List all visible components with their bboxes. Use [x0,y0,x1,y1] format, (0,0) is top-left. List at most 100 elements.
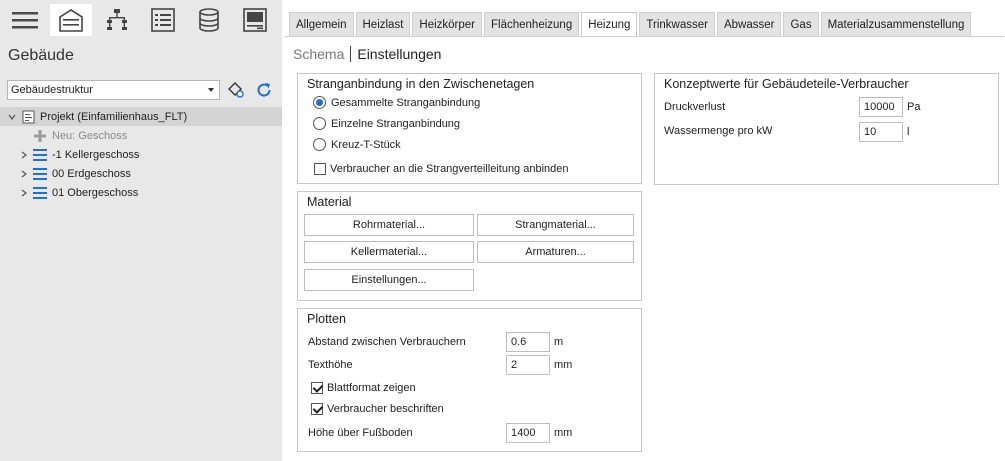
structure-select[interactable]: Gebäudestruktur [7,80,220,100]
texthoehe-input[interactable]: 2 [506,355,550,375]
structure-select-value: Gebäudestruktur [11,84,93,96]
hoehe-label: Höhe über Fußboden [308,427,413,439]
chevron-right-icon[interactable] [20,170,28,178]
group-title: Konzeptwerte für Gebäudeteile-Verbrauche… [664,77,909,91]
tree-item-label: 00 Erdgeschoss [52,167,131,180]
sheet-icon [243,8,267,32]
floor-icon [33,187,47,199]
database-button[interactable] [188,4,230,36]
checkbox-blattformat[interactable]: Blattformat zeigen [311,382,416,394]
material-group: Material Rohrmaterial... Strangmaterial.… [297,191,642,301]
konzept-group: Konzeptwerte für Gebäudeteile-Verbrauche… [654,73,999,185]
tree-item-upper-floor[interactable]: 01 Obergeschoss [0,183,282,202]
chevron-right-icon[interactable] [20,151,28,159]
checkbox-label: Verbraucher beschriften [327,403,444,415]
building-panel: Gebäude Gebäudestruktur Projekt (Einfami… [0,0,282,461]
list-button[interactable] [142,4,184,36]
database-icon [199,8,219,32]
group-title: Material [307,195,352,209]
network-tree-icon [107,9,127,30]
radio-gesammelt[interactable]: Gesammelte Stranganbindung [313,96,480,109]
subnav-schema[interactable]: Schema [293,46,344,62]
druckverlust-input[interactable]: 10000 [859,97,903,117]
tab-materialzusammenstellung[interactable]: Materialzusammenstellung [820,12,972,37]
wassermenge-unit: l [907,126,910,138]
strangmaterial-button[interactable]: Strangmaterial... [477,214,634,236]
radio-label: Kreuz-T-Stück [331,138,401,151]
subnav-settings[interactable]: Einstellungen [357,46,441,62]
left-toolbar [0,0,282,38]
checkbox-box[interactable] [314,163,326,175]
tab-abwasser[interactable]: Abwasser [716,12,782,37]
list-icon [151,8,175,32]
building-button[interactable] [50,4,92,36]
subnav-separator [350,46,352,62]
tab-divider [284,36,1004,37]
druckverlust-label: Druckverlust [664,101,726,113]
hoehe-unit: mm [554,427,573,439]
tree-item-label: Neu: Geschoss [52,129,128,142]
tree-item-new-floor[interactable]: Neu: Geschoss [0,126,282,145]
tab-heizlast[interactable]: Heizlast [355,12,411,37]
radio-kreuz-t[interactable]: Kreuz-T-Stück [313,138,401,151]
checkbox-strangverteilleitung[interactable]: Verbraucher an die Strangverteilleitung … [314,163,569,175]
abstand-input[interactable]: 0.6 [506,332,550,352]
kellermaterial-button[interactable]: Kellermaterial... [304,241,474,263]
tab-trinkwasser[interactable]: Trinkwasser [639,12,715,37]
tree-item-project[interactable]: Projekt (Einfamilienhaus_FLT) [0,107,282,126]
wassermenge-label: Wassermenge pro kW [664,125,773,137]
subnav: Schema Einstellungen [293,46,441,62]
tree-item-ground-floor[interactable]: 00 Erdgeschoss [0,164,282,183]
group-title: Plotten [307,312,346,326]
einstellungen-button[interactable]: Einstellungen... [304,269,474,291]
radio-circle[interactable] [313,96,326,109]
plus-icon [34,130,46,142]
radio-label: Einzelne Stranganbindung [331,117,461,130]
armaturen-button[interactable]: Armaturen... [477,241,634,263]
building-icon [59,9,83,32]
chevron-right-icon[interactable] [20,189,28,197]
checkbox-box[interactable] [311,403,323,415]
tab-bar: Allgemein Heizlast Heizkörper Flächenhei… [289,12,973,37]
texthoehe-unit: mm [554,359,573,371]
network-button[interactable] [96,4,138,36]
tab-gas[interactable]: Gas [783,12,819,37]
rohrmaterial-button[interactable]: Rohrmaterial... [304,214,474,236]
checkbox-label: Verbraucher an die Strangverteilleitung … [330,163,569,175]
radio-einzeln[interactable]: Einzelne Stranganbindung [313,117,460,130]
floor-icon [33,168,47,180]
checkbox-label: Blattformat zeigen [327,382,416,394]
floor-icon [33,149,47,161]
tab-allgemein[interactable]: Allgemein [289,12,354,37]
menu-icon [12,12,38,29]
menu-button[interactable] [4,4,46,36]
refresh-button[interactable] [255,81,273,99]
panel-title: Gebäude [8,47,74,64]
abstand-label: Abstand zwischen Verbrauchern [308,336,466,348]
group-title: Stranganbindung in den Zwischenetagen [307,77,535,91]
checkbox-beschriften[interactable]: Verbraucher beschriften [311,403,444,415]
radio-circle[interactable] [313,117,326,130]
strang-group: Stranganbindung in den Zwischenetagen Ge… [297,73,642,184]
abstand-unit: m [554,336,564,348]
texthoehe-label: Texthöhe [308,359,353,371]
radio-label: Gesammelte Stranganbindung [331,96,481,109]
settings-diamond-icon [228,82,244,98]
tab-flaechenheizung[interactable]: Flächenheizung [484,12,580,37]
tree-item-basement[interactable]: -1 Kellergeschoss [0,145,282,164]
chevron-down-icon [208,88,214,92]
radio-circle[interactable] [313,138,326,151]
tree-item-label: Projekt (Einfamilienhaus_FLT) [40,110,188,123]
tab-heizung[interactable]: Heizung [581,12,638,37]
plotten-group: Plotten Abstand zwischen Verbrauchern 0.… [297,308,642,452]
tab-heizkoerper[interactable]: Heizkörper [412,12,483,37]
chevron-down-icon[interactable] [8,113,16,121]
sheet-button[interactable] [234,4,276,36]
project-icon [22,110,35,124]
filter-button[interactable] [227,81,245,99]
hoehe-input[interactable]: 1400 [506,423,550,443]
druckverlust-unit: Pa [907,101,921,113]
wassermenge-input[interactable]: 10 [859,122,903,142]
tree-item-label: -1 Kellergeschoss [52,148,140,161]
checkbox-box[interactable] [311,382,323,394]
